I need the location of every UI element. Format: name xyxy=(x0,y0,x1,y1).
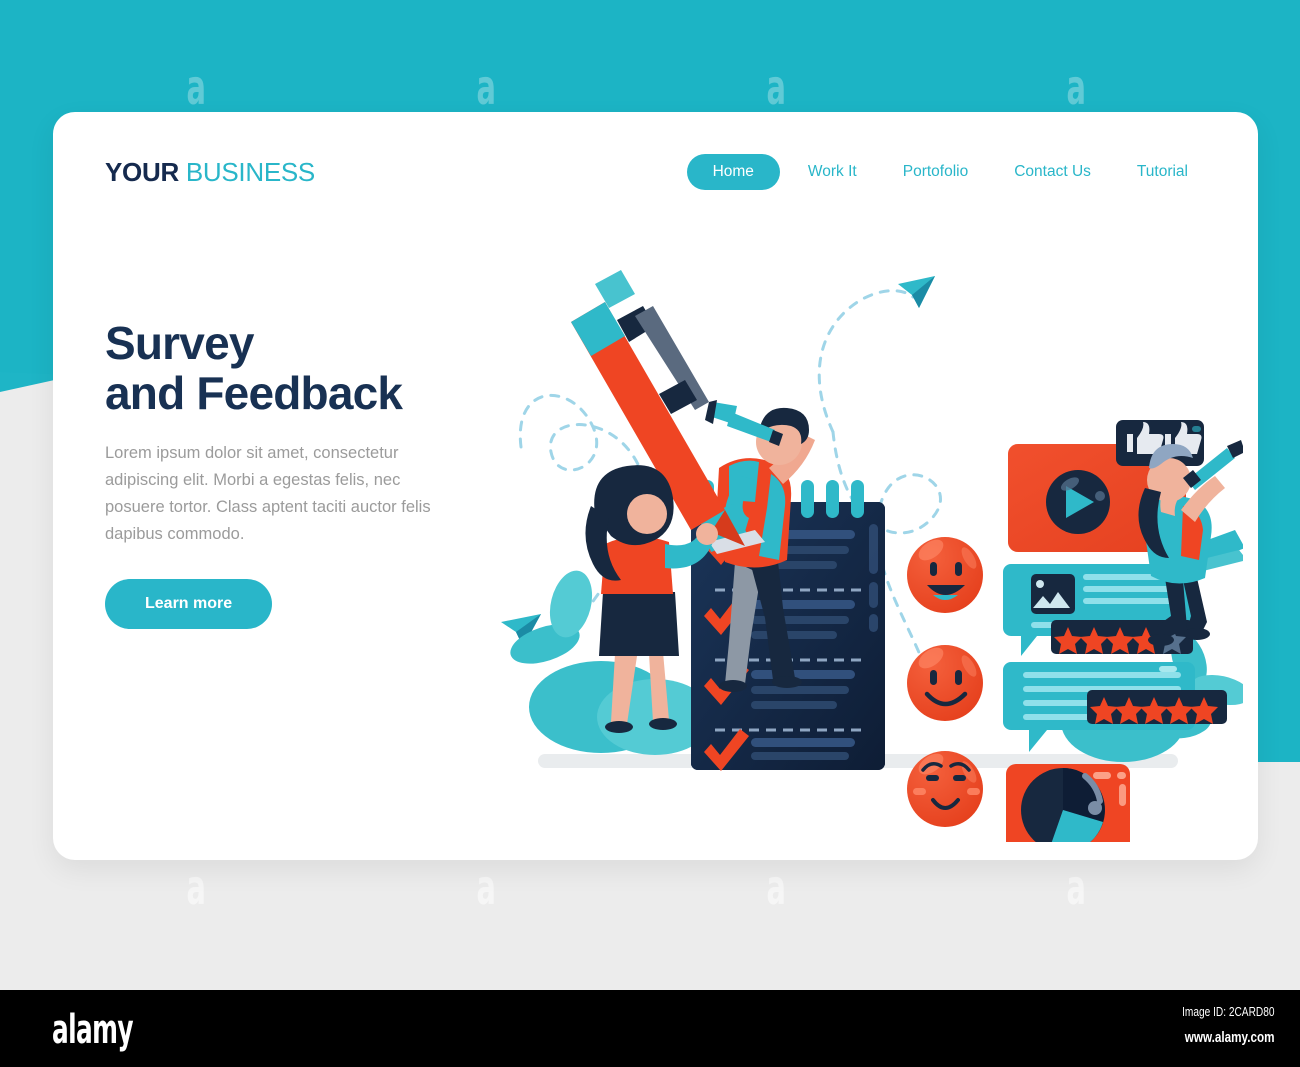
watermark-ghost: a xyxy=(1066,60,1086,116)
landing-page-card: YOUR BUSINESS Home Work It Portofolio Co… xyxy=(53,112,1258,860)
main-navigation: Home Work It Portofolio Contact Us Tutor… xyxy=(686,154,1206,190)
watermark-ghost: a xyxy=(476,860,496,916)
watermark-ghost: a xyxy=(186,860,206,916)
emoji-smiling xyxy=(907,645,983,721)
watermark-ghost: a xyxy=(1066,860,1086,916)
alamy-meta: Image ID: 2CARD80 www.alamy.com xyxy=(1156,1004,1274,1046)
hero-illustration xyxy=(501,270,1243,842)
watermark-ghost: a xyxy=(476,60,496,116)
site-header: YOUR BUSINESS Home Work It Portofolio Co… xyxy=(53,154,1258,190)
hero-description: Lorem ipsum dolor sit amet, consectetur … xyxy=(105,444,431,543)
hero-section: Survey and Feedback Lorem ipsum dolor si… xyxy=(105,317,475,630)
logo-word-secondary: BUSINESS xyxy=(185,156,315,187)
alamy-url[interactable]: www.alamy.com xyxy=(1182,1029,1274,1046)
watermark-ghost: a xyxy=(766,60,786,116)
emoji-laughing xyxy=(907,537,983,613)
watermark-ghost: a xyxy=(766,860,786,916)
nav-item-tutorial[interactable]: Tutorial xyxy=(1119,154,1206,190)
page-title: Survey and Feedback xyxy=(105,317,403,419)
alamy-watermark-band: alamy Image ID: 2CARD80 www.alamy.com xyxy=(0,990,1300,1067)
nav-item-work-it[interactable]: Work It xyxy=(790,154,875,190)
learn-more-button[interactable]: Learn more xyxy=(105,579,273,630)
nav-item-portofolio[interactable]: Portofolio xyxy=(885,154,986,190)
watermark-ghost: a xyxy=(186,60,206,116)
page-root: a a a a a a a a YOUR BUSINESS Home Work … xyxy=(0,0,1300,1067)
logo-word-primary: YOUR xyxy=(105,156,179,187)
nav-item-contact-us[interactable]: Contact Us xyxy=(996,154,1109,190)
pie-chart-bubble xyxy=(1006,764,1130,842)
brand-logo[interactable]: YOUR BUSINESS xyxy=(105,157,315,188)
image-id-text: Image ID: 2CARD80 xyxy=(1181,1004,1274,1019)
star-rating-bar-five xyxy=(1087,690,1227,724)
alamy-logo: alamy xyxy=(52,1007,134,1053)
nav-item-home[interactable]: Home xyxy=(686,154,780,190)
